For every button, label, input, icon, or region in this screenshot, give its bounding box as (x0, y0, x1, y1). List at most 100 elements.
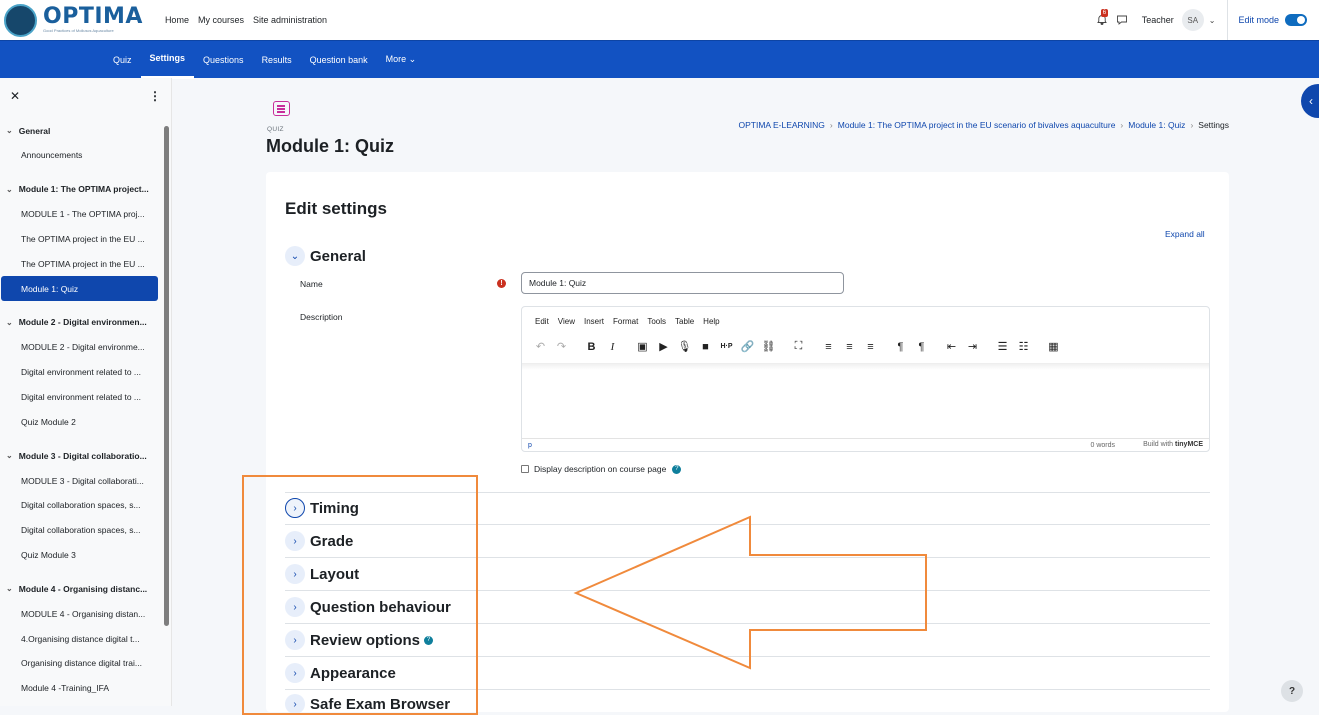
course-item[interactable]: MODULE 3 - Digital collaborati... (0, 468, 162, 493)
course-item[interactable]: Digital environment related to ... (0, 385, 162, 410)
course-item[interactable]: Digital collaboration spaces, s... (0, 518, 162, 543)
quiz-activity-icon (273, 101, 290, 116)
editor-menu-tools[interactable]: Tools (647, 317, 666, 326)
tab-questions[interactable]: Questions (194, 41, 253, 79)
tinymce-branding[interactable]: Build with tinyMCE (1143, 441, 1203, 448)
course-item[interactable]: Announcements (0, 143, 162, 168)
numbered-list-icon[interactable]: ☷ (1013, 338, 1034, 355)
display-description-label: Display description on course page (534, 464, 667, 474)
course-item[interactable]: MODULE 4 - Organising distan... (0, 601, 162, 626)
course-item[interactable]: Quiz Module 2 (0, 409, 162, 434)
course-item[interactable]: Quiz Module 3 (0, 543, 162, 568)
editor-content-area[interactable] (522, 363, 1209, 436)
tab-question-bank[interactable]: Question bank (301, 41, 377, 79)
bullet-list-icon[interactable]: ☰ (992, 338, 1013, 355)
edit-mode-label: Edit mode (1238, 15, 1279, 25)
notifications-bell-icon[interactable]: 6 (1096, 9, 1109, 26)
calculator-icon[interactable]: ▦ (1043, 338, 1064, 355)
media-icon[interactable]: ▶ (653, 338, 674, 355)
nav-my-courses[interactable]: My courses (198, 15, 244, 25)
course-section-module-1[interactable]: ⌄ Module 1: The OPTIMA project... (0, 177, 162, 202)
course-item[interactable]: Digital collaboration spaces, s... (0, 493, 162, 518)
notification-count-badge: 6 (1100, 9, 1109, 17)
course-section-module-4[interactable]: ⌄ Module 4 - Organising distanc... (0, 576, 162, 601)
align-center-icon[interactable]: ≡ (839, 338, 860, 355)
unlink-icon[interactable]: ⛓ (758, 338, 779, 355)
course-item[interactable]: The OPTIMA project in the EU ... (0, 227, 162, 252)
microphone-icon[interactable]: 🎙 (674, 338, 695, 355)
breadcrumb-link[interactable]: OPTIMA E-LEARNING (738, 120, 824, 130)
ltr-icon[interactable]: ¶ (890, 338, 911, 355)
user-role-label: Teacher (1141, 15, 1174, 25)
chevron-down-icon[interactable]: ⌄ (285, 246, 305, 266)
editor-path[interactable]: p (528, 442, 532, 449)
name-input[interactable] (521, 272, 844, 294)
align-right-icon[interactable]: ≡ (860, 338, 881, 355)
editor-menu-edit[interactable]: Edit (535, 317, 549, 326)
video-camera-icon[interactable]: ■ (695, 338, 716, 355)
messages-icon[interactable] (1116, 14, 1128, 26)
breadcrumb-link[interactable]: Module 1: The OPTIMA project in the EU s… (838, 120, 1116, 130)
redo-icon[interactable]: ↷ (551, 338, 572, 355)
activity-type-label: QUIZ (267, 126, 284, 133)
display-description-checkbox[interactable] (521, 465, 529, 473)
drawer-scrollbar[interactable] (164, 126, 169, 626)
editor-menu-help[interactable]: Help (703, 317, 719, 326)
page-title: Module 1: Quiz (266, 136, 394, 156)
section-label: General (310, 247, 366, 265)
display-description-row: Display description on course page ? (521, 464, 682, 474)
course-item[interactable]: Digital environment related to ... (0, 360, 162, 385)
description-editor: Edit View Insert Format Tools Table Help… (521, 306, 1210, 452)
open-block-drawer-icon[interactable]: ‹ (1301, 84, 1319, 118)
undo-icon[interactable]: ↶ (530, 338, 551, 355)
course-item-active[interactable]: Module 1: Quiz (1, 276, 158, 301)
tab-settings[interactable]: Settings (140, 41, 195, 79)
tab-quiz[interactable]: Quiz (113, 41, 141, 79)
course-item[interactable]: Organising distance digital trai... (0, 651, 162, 676)
course-item[interactable]: MODULE 2 - Digital environme... (0, 335, 162, 360)
expand-all-link[interactable]: Expand all (1165, 229, 1205, 239)
editor-toolbar: ↶ ↷ B I ▣ ▶ 🎙 ■ H·P 🔗 ⛓ ⛶ ≡ ≡ ≡ ¶ ¶ ⇤ ⇥ … (530, 338, 1064, 355)
close-drawer-icon[interactable]: ✕ (10, 89, 20, 103)
tab-results[interactable]: Results (253, 41, 301, 79)
course-item[interactable]: 4.Organising distance digital t... (0, 626, 162, 651)
outdent-icon[interactable]: ⇤ (941, 338, 962, 355)
image-icon[interactable]: ▣ (632, 338, 653, 355)
editor-menu-format[interactable]: Format (613, 317, 638, 326)
form-heading: Edit settings (285, 199, 388, 218)
editor-menu-insert[interactable]: Insert (584, 317, 604, 326)
italic-icon[interactable]: I (602, 338, 623, 355)
align-left-icon[interactable]: ≡ (818, 338, 839, 355)
h5p-icon[interactable]: H·P (716, 338, 737, 355)
course-item[interactable]: Module 4 -Training_IFA (0, 676, 162, 701)
rtl-icon[interactable]: ¶ (911, 338, 932, 355)
course-item[interactable]: The OPTIMA project in the EU ... (0, 251, 162, 276)
help-icon[interactable]: ? (672, 464, 682, 474)
editor-menu-table[interactable]: Table (675, 317, 694, 326)
drawer-options-icon[interactable]: ⋮ (149, 89, 161, 103)
annotation-highlight-box (242, 475, 478, 715)
link-icon[interactable]: 🔗 (737, 338, 758, 355)
bold-icon[interactable]: B (581, 338, 602, 355)
logo-emblem-icon (4, 3, 37, 37)
breadcrumb-link[interactable]: Module 1: Quiz (1128, 120, 1185, 130)
course-section-module-2[interactable]: ⌄ Module 2 - Digital environmen... (0, 310, 162, 335)
nav-home[interactable]: Home (165, 15, 189, 25)
nav-site-administration[interactable]: Site administration (253, 15, 327, 25)
help-button[interactable]: ? (1281, 680, 1303, 702)
editor-menu-view[interactable]: View (558, 317, 575, 326)
top-navbar: OPTIMA Good Practices of Molluscs Aquacu… (0, 0, 1319, 40)
user-menu-chevron-down-icon[interactable]: ⌄ (1209, 16, 1216, 25)
tab-more[interactable]: More ⌄ (377, 41, 426, 79)
site-logo[interactable]: OPTIMA Good Practices of Molluscs Aquacu… (4, 3, 143, 37)
course-section-general[interactable]: ⌄ General (0, 118, 162, 143)
user-avatar[interactable]: SA (1181, 9, 1204, 31)
edit-mode-toggle[interactable] (1285, 14, 1307, 26)
indent-icon[interactable]: ⇥ (962, 338, 983, 355)
course-item[interactable]: MODULE 1 - The OPTIMA proj... (0, 202, 162, 227)
course-section-module-3[interactable]: ⌄ Module 3 - Digital collaboratio... (0, 443, 162, 468)
course-index-drawer: ✕ ⋮ ⌄ General Announcements ⌄ Module 1: Th… (0, 78, 172, 706)
fullscreen-icon[interactable]: ⛶ (788, 338, 809, 355)
name-label: Name (300, 279, 323, 289)
section-general[interactable]: ⌄ General (285, 246, 366, 266)
